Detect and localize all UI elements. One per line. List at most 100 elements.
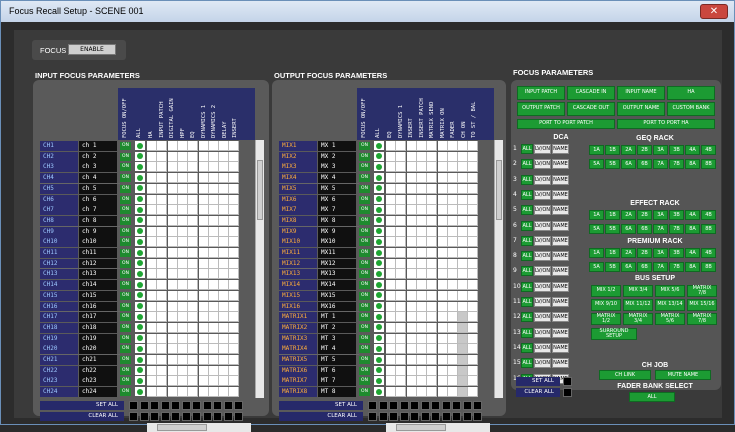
output-row-id[interactable]: MIX3 <box>279 162 317 173</box>
output-param-cell[interactable] <box>406 151 417 162</box>
input-on-button[interactable]: ON <box>120 174 131 183</box>
input-param-cell[interactable] <box>229 280 240 291</box>
output-param-cell[interactable] <box>427 269 438 280</box>
dca-all-button[interactable]: ALL <box>521 144 533 154</box>
output-row[interactable]: MIX14 MX14 ON <box>279 280 503 291</box>
output-row-name[interactable]: MT 7 <box>318 376 356 387</box>
output-param-cell[interactable] <box>427 280 438 291</box>
input-param-cell[interactable] <box>147 162 157 173</box>
output-col-header[interactable]: DYNAMICS 1 <box>398 90 404 138</box>
output-param-cell[interactable] <box>396 301 407 312</box>
output-set-square[interactable] <box>378 400 388 410</box>
input-param-cell[interactable] <box>147 376 157 387</box>
input-row-name[interactable]: ch12 <box>79 258 117 269</box>
input-set-square[interactable] <box>223 400 233 410</box>
dca-lvon-button[interactable]: LV/ON <box>534 297 551 307</box>
output-param-cell[interactable] <box>468 141 479 151</box>
dca-all-button[interactable]: ALL <box>521 205 533 216</box>
input-row[interactable]: CH11 ch11 ON <box>40 248 266 258</box>
output-param-cell[interactable] <box>406 269 417 280</box>
output-param-cell[interactable] <box>396 183 407 194</box>
input-row-name[interactable]: ch 8 <box>79 215 117 226</box>
input-param-cell[interactable] <box>208 387 219 398</box>
input-param-cell[interactable] <box>177 205 188 216</box>
input-param-cell[interactable] <box>188 280 199 291</box>
output-param-cell[interactable] <box>437 344 448 355</box>
output-param-cell[interactable] <box>416 183 427 194</box>
input-param-cell[interactable] <box>147 355 157 365</box>
input-param-cell[interactable] <box>198 301 209 312</box>
input-param-cell[interactable] <box>208 333 219 344</box>
output-row-name[interactable]: MX 9 <box>318 226 356 237</box>
input-all-toggle[interactable] <box>135 226 145 236</box>
output-set-square[interactable] <box>431 400 440 410</box>
output-param-cell[interactable] <box>427 226 438 237</box>
dca-lvon-button[interactable]: LV/ON <box>534 266 551 277</box>
input-row-name[interactable]: ch14 <box>79 280 117 291</box>
output-on-button[interactable]: ON <box>359 366 370 375</box>
output-row[interactable]: MIX2 MX 2 ON <box>279 151 503 162</box>
output-param-cell[interactable] <box>468 258 479 269</box>
output-all-toggle[interactable] <box>374 290 384 300</box>
rack-button[interactable]: 2A <box>621 145 636 155</box>
input-row-id[interactable]: CH20 <box>40 344 78 355</box>
input-param-cell[interactable] <box>208 173 219 184</box>
input-param-cell[interactable] <box>219 333 230 344</box>
input-param-cell[interactable] <box>208 301 219 312</box>
output-param-cell[interactable] <box>396 258 407 269</box>
output-row[interactable]: MIX1 MX 1 ON <box>279 141 503 151</box>
output-param-cell[interactable] <box>468 355 479 365</box>
output-param-cell[interactable] <box>458 248 469 258</box>
output-param-cell[interactable] <box>458 365 469 376</box>
output-all-toggle[interactable] <box>374 269 384 279</box>
output-param-cell[interactable] <box>416 269 427 280</box>
input-row-id[interactable]: CH19 <box>40 333 78 344</box>
input-param-cell[interactable] <box>198 226 209 237</box>
output-param-cell[interactable] <box>416 312 427 323</box>
output-param-cell[interactable] <box>468 322 479 333</box>
input-param-cell[interactable] <box>229 205 240 216</box>
output-param-cell[interactable] <box>406 248 417 258</box>
input-param-cell[interactable] <box>188 141 199 151</box>
input-on-button[interactable]: ON <box>120 388 131 397</box>
rack-button[interactable]: 1B <box>605 210 620 220</box>
input-param-cell[interactable] <box>198 215 209 226</box>
output-set-square[interactable] <box>399 400 409 410</box>
rack-button[interactable]: 3A <box>653 145 668 155</box>
input-row-id[interactable]: CH15 <box>40 290 78 301</box>
input-param-cell[interactable] <box>177 376 188 387</box>
output-param-cell[interactable] <box>396 237 407 248</box>
input-clear-square[interactable] <box>202 411 212 421</box>
input-param-cell[interactable] <box>167 226 178 237</box>
input-param-cell[interactable] <box>229 322 240 333</box>
input-on-button[interactable]: ON <box>120 313 131 322</box>
output-param-cell[interactable] <box>427 248 438 258</box>
input-on-button[interactable]: ON <box>120 377 131 386</box>
output-all-toggle[interactable] <box>374 205 384 215</box>
output-row-id[interactable]: MATRIX1 <box>279 312 317 323</box>
output-param-cell[interactable] <box>396 269 407 280</box>
rack-button[interactable]: 4A <box>685 145 700 155</box>
input-param-cell[interactable] <box>157 226 168 237</box>
output-row[interactable]: MIX16 MX16 ON <box>279 301 503 312</box>
input-param-cell[interactable] <box>208 365 219 376</box>
output-clear-square[interactable] <box>368 411 377 421</box>
fader-bank-select-label[interactable]: FADER BANK SELECT <box>591 383 719 390</box>
input-param-cell[interactable] <box>147 365 157 376</box>
output-on-button[interactable]: ON <box>359 270 370 279</box>
output-param-cell[interactable] <box>447 237 458 248</box>
output-param-cell[interactable] <box>386 215 396 226</box>
input-param-cell[interactable] <box>229 162 240 173</box>
output-param-cell[interactable] <box>416 376 427 387</box>
output-row-id[interactable]: MATRIX5 <box>279 355 317 365</box>
dca-all-button[interactable]: ALL <box>521 174 533 185</box>
input-param-cell[interactable] <box>157 151 168 162</box>
input-param-cell[interactable] <box>157 162 168 173</box>
input-param-cell[interactable] <box>208 355 219 365</box>
input-param-cell[interactable] <box>147 387 157 398</box>
dca-name-button[interactable]: NAME <box>552 174 569 185</box>
input-all-toggle[interactable] <box>135 322 145 332</box>
input-param-cell[interactable] <box>147 194 157 205</box>
input-param-cell[interactable] <box>229 258 240 269</box>
geq-label[interactable]: GEQ RACK <box>591 135 719 142</box>
